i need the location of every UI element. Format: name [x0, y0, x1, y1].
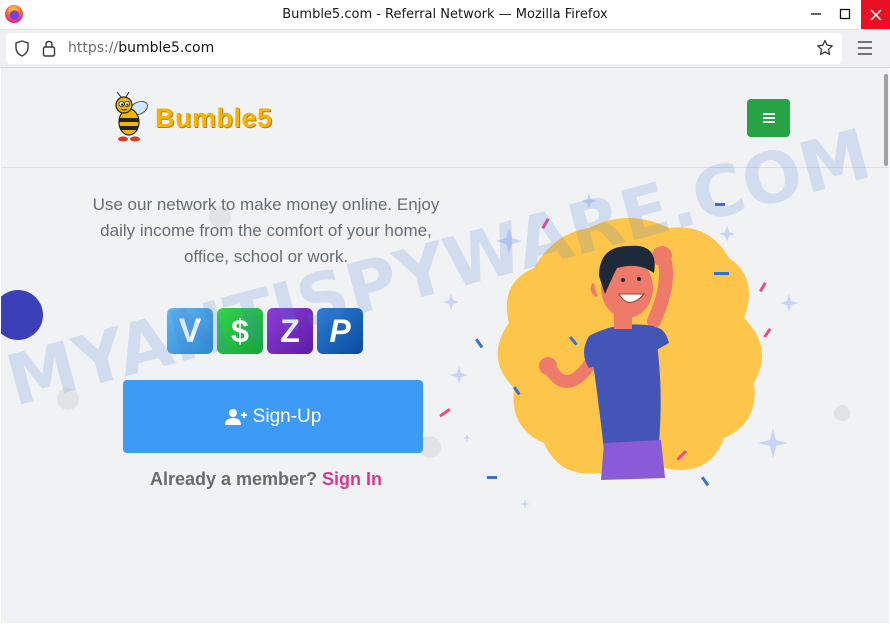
nav-menu-button[interactable]	[747, 99, 790, 137]
payment-methods: V $ Z P	[167, 308, 365, 354]
close-icon	[869, 8, 882, 21]
signin-link[interactable]: Sign In	[322, 469, 382, 489]
bookmark-star-icon[interactable]	[816, 39, 834, 57]
hamburger-icon	[762, 113, 775, 123]
signup-button[interactable]: Sign-Up	[123, 380, 423, 453]
url-protocol: https://	[68, 40, 119, 56]
url-text[interactable]: https://bumble5.com	[68, 40, 214, 56]
decorative-circle	[834, 405, 850, 421]
decorative-circle	[57, 388, 79, 410]
zelle-icon: Z	[267, 308, 313, 354]
signup-label: Sign-Up	[252, 405, 322, 427]
maximize-button[interactable]	[831, 0, 859, 28]
minimize-icon	[811, 13, 821, 15]
venmo-icon: V	[167, 308, 213, 354]
celebrating-man-illustration	[439, 193, 798, 509]
user-plus-icon	[224, 408, 247, 425]
decorative-circle	[1, 290, 43, 340]
bee-logo-icon[interactable]	[109, 92, 153, 142]
page-scrollbar-thumb[interactable]	[884, 74, 888, 166]
address-bar[interactable]: https://bumble5.com	[6, 33, 842, 64]
paypal-icon: P	[317, 308, 363, 354]
lock-icon[interactable]	[42, 40, 56, 57]
member-prompt-text: Already a member?	[149, 469, 318, 489]
minimize-button[interactable]	[802, 0, 830, 28]
window-titlebar: Bumble5.com - Referral Network — Mozilla…	[0, 0, 890, 30]
app-menu-icon[interactable]	[856, 39, 874, 57]
page-viewport: Bumble5 Use our network to make money on…	[1, 68, 889, 623]
close-window-button[interactable]	[861, 0, 890, 29]
member-prompt-line: Already a member? Sign In	[101, 469, 431, 490]
window-title: Bumble5.com - Referral Network — Mozilla…	[282, 7, 608, 22]
url-domain: bumble5.com	[118, 40, 215, 56]
tracking-protection-shield-icon[interactable]	[14, 40, 30, 57]
cash-app-icon: $	[217, 308, 263, 354]
maximize-icon	[839, 8, 851, 20]
logo-text[interactable]: Bumble5	[155, 103, 273, 134]
browser-toolbar: https://bumble5.com	[0, 30, 890, 68]
hero-tagline: Use our network to make money online. En…	[92, 195, 440, 266]
site-header: Bumble5	[1, 68, 889, 168]
